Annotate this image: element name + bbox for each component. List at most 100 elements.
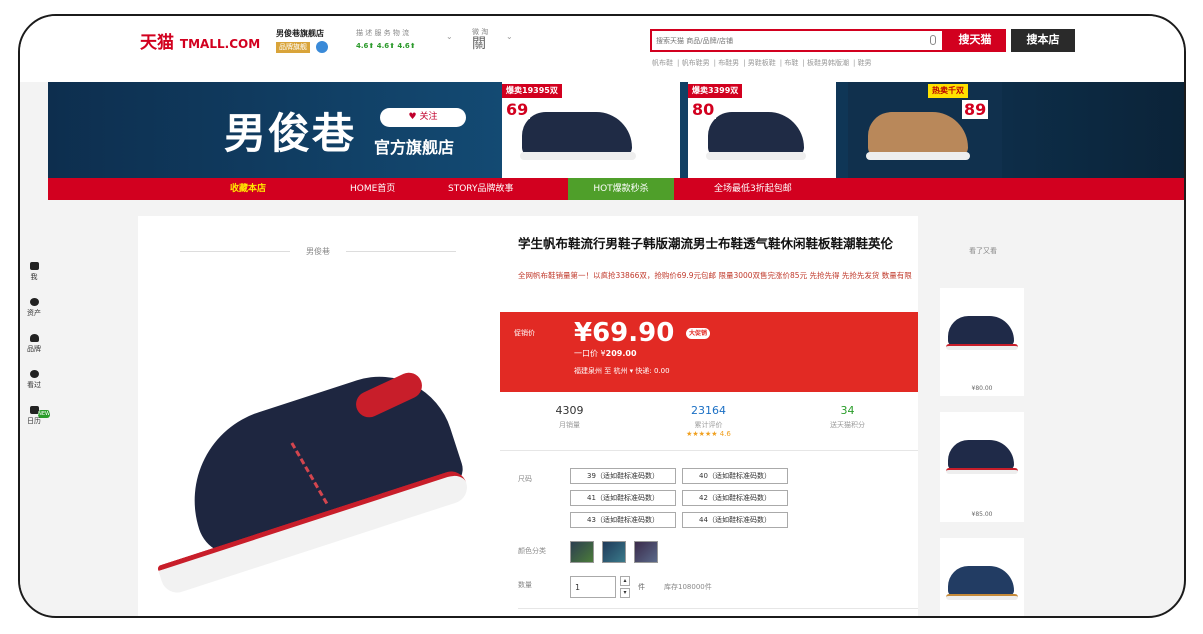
nav-story[interactable]: STORY品牌故事 xyxy=(448,178,513,200)
stat-label: 月销量 xyxy=(559,421,580,429)
rail-me[interactable]: 我 xyxy=(20,262,48,282)
ratings-labels: 描 述 服 务 物 流 xyxy=(356,29,410,37)
nav-home[interactable]: HOME首页 xyxy=(350,178,395,200)
size-option[interactable]: 43（适如鞋标准码数） xyxy=(570,512,676,528)
shop-banner: 男俊巷 ♥ 关注 官方旗舰店 爆卖19395双 69 爆卖3399双 80 热卖… xyxy=(48,82,1184,178)
heart-icon xyxy=(29,334,39,342)
quantity-unit: 件 xyxy=(638,583,645,591)
mic-icon[interactable] xyxy=(930,35,936,45)
shoe-thumbnail xyxy=(948,566,1014,596)
rail-assets[interactable]: 资产 xyxy=(20,298,48,318)
related-product-card[interactable]: ¥80.00 xyxy=(940,288,1024,396)
nav-favorite-shop[interactable]: 收藏本店 xyxy=(230,178,266,200)
chevron-up-icon[interactable]: ▴ xyxy=(620,576,630,586)
hotword-link[interactable]: 布鞋男 xyxy=(718,59,739,67)
rail-viewed[interactable]: 看过 xyxy=(20,370,48,390)
related-product-card[interactable]: ¥85.00 xyxy=(940,412,1024,522)
price-badge: 大促销 xyxy=(686,328,711,339)
color-swatch[interactable] xyxy=(634,541,658,563)
rating-stars: ★★★★★ 4.6 xyxy=(686,430,731,438)
tmall-header: 天猫 TMALL.COM 男俊巷旗舰店 品牌旗舰 描 述 服 务 物 流 4.6… xyxy=(20,16,1184,82)
price-label: 促销价 xyxy=(514,329,535,337)
nav-sale[interactable]: 全场最低3折起包邮 xyxy=(714,178,792,200)
stat-points: 34 送天猫积分 xyxy=(778,404,917,430)
stat-label: 累计评价 xyxy=(694,421,723,429)
hotword-link[interactable]: 布鞋 xyxy=(784,59,798,67)
hotword-link[interactable]: 男鞋板鞋 xyxy=(748,59,776,67)
quantity-input[interactable] xyxy=(570,576,616,598)
stat-monthly-sales: 4309 月销量 xyxy=(500,404,639,430)
shop-ratings: 描 述 服 务 物 流 4.6⬆ 4.6⬆ 4.6⬆ xyxy=(356,27,416,53)
size-option[interactable]: 42（适如鞋标准码数） xyxy=(682,490,788,506)
chevron-down-icon[interactable]: ⌄ xyxy=(506,32,513,41)
chevron-down-icon[interactable]: ▾ xyxy=(620,588,630,598)
stat-reviews[interactable]: 23164 累计评价 ★★★★★ 4.6 xyxy=(639,404,778,438)
shoe-image xyxy=(708,112,804,156)
search-input[interactable] xyxy=(656,31,926,50)
also-viewed-column: 看了又看 ¥80.00 ¥85.00 xyxy=(918,216,1048,616)
product-title: 学生帆布鞋流行男鞋子韩版潮流男士布鞋透气鞋休闲鞋板鞋潮鞋英伦 xyxy=(518,236,894,251)
verified-icon xyxy=(316,41,328,53)
hotword-link[interactable]: 板鞋男韩版潮 xyxy=(807,59,849,67)
promo-tile[interactable]: 爆卖3399双 80 xyxy=(688,82,836,178)
wechat-taobao[interactable]: 微 淘 關 xyxy=(472,26,488,51)
hotword-link[interactable]: 帆布鞋男 xyxy=(682,59,710,67)
original-price-label: 一口价 ¥ xyxy=(574,349,606,358)
brand-name: 男俊巷 xyxy=(224,109,357,158)
shoe-sole xyxy=(946,594,1018,600)
new-badge: NEW xyxy=(38,410,50,418)
shipping-info[interactable]: 福建泉州 至 杭州 ▾ 快递: 0.00 xyxy=(574,366,670,376)
also-viewed-title: 看了又看 xyxy=(969,247,997,255)
shop-name[interactable]: 男俊巷旗舰店 xyxy=(276,28,324,39)
promo-tag: 爆卖19395双 xyxy=(502,84,562,98)
hotword-link[interactable]: 帆布鞋 xyxy=(652,59,673,67)
ratings-values: 4.6⬆ 4.6⬆ 4.6⬆ xyxy=(356,42,416,50)
price-box: 促销价 ¥69.90 大促销 一口价 ¥209.00 福建泉州 至 杭州 ▾ 快… xyxy=(500,312,918,392)
shoe-sole xyxy=(946,344,1018,350)
original-price-value: 209.00 xyxy=(605,349,637,358)
main-product-image[interactable] xyxy=(154,357,484,597)
size-label: 尺码 xyxy=(518,475,532,483)
search-tmall-button[interactable]: 搜天猫 xyxy=(944,29,1006,52)
shoe-sole xyxy=(520,152,636,160)
shoe-thumbnail xyxy=(948,316,1014,346)
shoe-image xyxy=(868,112,968,156)
search-shop-button[interactable]: 搜本店 xyxy=(1011,29,1075,52)
browser-frame: 天猫 TMALL.COM 男俊巷旗舰店 品牌旗舰 描 述 服 务 物 流 4.6… xyxy=(18,14,1186,618)
product-subtitle: 全网帆布鞋销量第一！以疯抢33866双，抢购价69.9元包邮 限量3000双售完… xyxy=(518,271,912,280)
shoe-image xyxy=(522,112,632,156)
shoe-sole xyxy=(866,152,970,160)
gallery-title: 男俊巷 xyxy=(138,246,498,257)
color-label: 颜色分类 xyxy=(518,547,546,555)
promo-price: 80 xyxy=(690,100,717,119)
logo-cn: 天猫 xyxy=(140,33,174,53)
shop-badge: 品牌旗舰 xyxy=(276,42,310,53)
follow-button[interactable]: ♥ 关注 xyxy=(380,108,466,127)
related-product-card[interactable] xyxy=(940,538,1024,616)
promo-tile[interactable]: 热卖千双 89 xyxy=(848,82,1002,178)
color-swatch[interactable] xyxy=(570,541,594,563)
promo-tile[interactable]: 爆卖19395双 69 xyxy=(502,82,680,178)
related-price: ¥85.00 xyxy=(971,511,993,518)
chevron-down-icon[interactable]: ⌄ xyxy=(446,32,453,41)
product-detail: 男俊巷 学生帆布鞋流行男鞋子韩版潮流男士布鞋透气鞋休闲鞋板鞋潮鞋英伦 全网帆布鞋… xyxy=(138,216,918,616)
stock-info: 库存108000件 xyxy=(664,583,712,591)
shoe-thumbnail xyxy=(948,440,1014,470)
stat-label: 送天猫积分 xyxy=(830,421,865,429)
size-option[interactable]: 40（适如鞋标准码数） xyxy=(682,468,788,484)
shoe-sole xyxy=(946,468,1018,474)
rail-brand[interactable]: 品牌 xyxy=(20,334,48,354)
coin-icon xyxy=(29,298,39,306)
left-toolbar: 我 资产 品牌 看过 日历 xyxy=(20,200,48,616)
stat-value: 4309 xyxy=(555,404,584,417)
brand-subtitle: 官方旗舰店 xyxy=(374,138,455,157)
nav-hot[interactable]: HOT爆款秒杀 xyxy=(568,178,674,200)
size-option[interactable]: 41（适如鞋标准码数） xyxy=(570,490,676,506)
hotword-link[interactable]: 鞋男 xyxy=(858,59,872,67)
color-swatch[interactable] xyxy=(602,541,626,563)
size-option[interactable]: 44（适如鞋标准码数） xyxy=(682,512,788,528)
size-option[interactable]: 39（适如鞋标准码数） xyxy=(570,468,676,484)
related-price: ¥80.00 xyxy=(971,385,993,392)
tmall-logo[interactable]: 天猫 TMALL.COM xyxy=(140,28,260,53)
divider xyxy=(518,608,918,609)
